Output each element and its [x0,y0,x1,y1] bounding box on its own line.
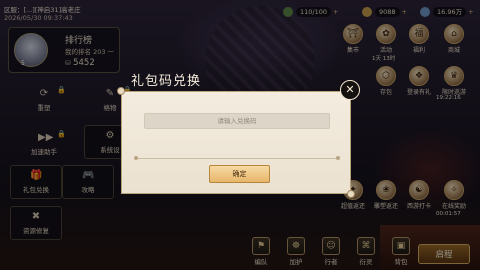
redeem-dialog: 确定 [117,87,355,198]
corner-ornament [347,190,355,198]
divider-dot [134,156,138,160]
corner-ornament [117,87,125,95]
close-icon[interactable]: ✕ [340,80,360,100]
confirm-button[interactable]: 确定 [209,165,270,183]
divider-dot [336,156,340,160]
divider [134,156,340,160]
dialog-title: 礼包码兑换 [131,74,202,89]
redeem-code-input[interactable] [144,113,330,129]
